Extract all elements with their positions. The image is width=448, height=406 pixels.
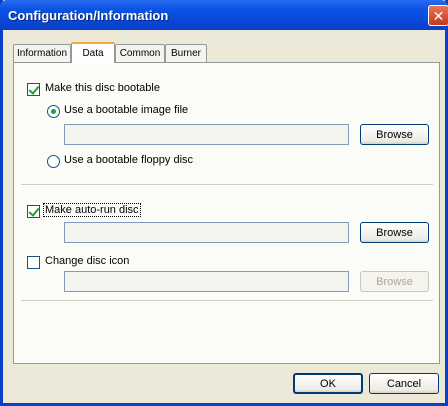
- tab-data-label: Data: [82, 48, 104, 59]
- ok-button[interactable]: OK: [293, 373, 363, 394]
- ok-button-label: OK: [320, 377, 336, 390]
- cancel-button-label: Cancel: [386, 377, 422, 390]
- tab-common-label: Common: [119, 48, 161, 59]
- bootable-image-radio[interactable]: [47, 105, 60, 118]
- tab-information-label: Information: [16, 48, 68, 59]
- tab-burner-label: Burner: [170, 48, 201, 59]
- make-bootable-label: Make this disc bootable: [45, 82, 160, 94]
- configuration-dialog: Configuration/Information ✕ Information …: [0, 0, 448, 406]
- tab-data[interactable]: Data: [71, 42, 115, 63]
- autorun-browse-label: Browse: [376, 226, 413, 239]
- change-disc-icon-label: Change disc icon: [45, 255, 130, 267]
- autorun-path-field[interactable]: [64, 222, 349, 243]
- make-bootable-checkbox[interactable]: [27, 83, 40, 96]
- close-icon: ✕: [432, 7, 445, 24]
- bootable-image-path-field[interactable]: [64, 124, 349, 145]
- bootable-floppy-radio[interactable]: [47, 155, 60, 168]
- separator: [21, 300, 433, 302]
- make-autorun-label: Make auto-run disc: [43, 203, 141, 217]
- close-button[interactable]: ✕: [428, 5, 448, 26]
- disc-icon-path-field[interactable]: [64, 271, 349, 292]
- disc-icon-browse-button[interactable]: Browse: [360, 271, 429, 292]
- bootable-floppy-label: Use a bootable floppy disc: [64, 154, 194, 166]
- autorun-browse-button[interactable]: Browse: [360, 222, 429, 243]
- make-autorun-checkbox[interactable]: [27, 205, 40, 218]
- bootable-image-browse-label: Browse: [376, 128, 413, 141]
- separator: [21, 184, 433, 186]
- bootable-image-browse-button[interactable]: Browse: [360, 124, 429, 145]
- title-bar[interactable]: Configuration/Information ✕: [0, 0, 448, 30]
- tab-burner[interactable]: Burner: [165, 44, 207, 62]
- tab-information[interactable]: Information: [13, 44, 71, 62]
- tab-common[interactable]: Common: [115, 44, 165, 62]
- data-tab-panel: Make this disc bootable Use a bootable i…: [13, 62, 440, 364]
- cancel-button[interactable]: Cancel: [369, 373, 439, 394]
- window-title: Configuration/Information: [8, 8, 169, 23]
- bootable-image-label: Use a bootable image file: [64, 104, 189, 116]
- disc-icon-browse-label: Browse: [376, 275, 413, 288]
- change-disc-icon-checkbox[interactable]: [27, 256, 40, 269]
